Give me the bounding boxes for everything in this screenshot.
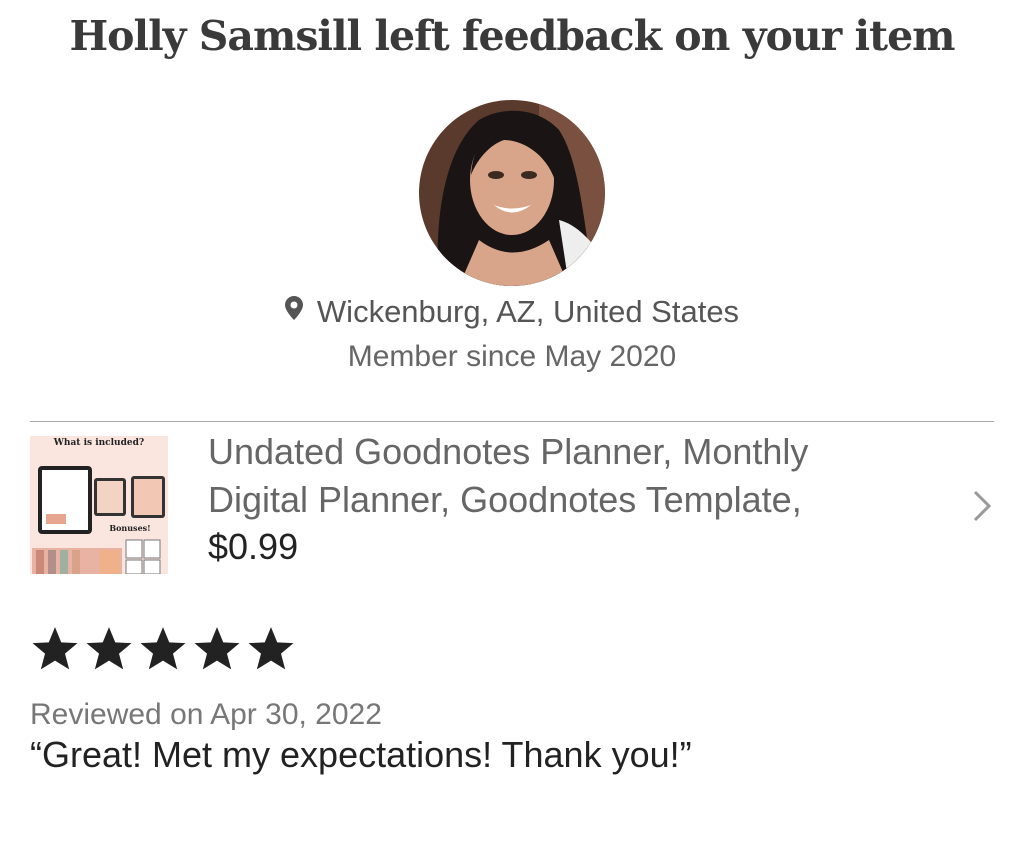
reviewer-location: Wickenburg, AZ, United States [0,294,1024,332]
review-text: “Great! Met my expectations! Thank you!” [30,734,692,775]
divider [30,421,994,422]
location-pin-icon [284,292,303,328]
star-filled-icon [140,627,186,670]
review-date: Reviewed on Apr 30, 2022 [30,698,382,731]
page-title: Holly Samsill left feedback on your item [69,12,955,60]
listing-title-line-2: Digital Planner, Goodnotes Template, [208,479,802,520]
listing-title[interactable]: Undated Goodnotes Planner, Monthly Digit… [208,428,908,524]
listing-card[interactable]: What is included? Bonuses! Undated Goodn… [30,431,994,576]
thumbnail-heading: What is included? [53,438,144,448]
listing-title-line-1: Undated Goodnotes Planner, Monthly [208,431,809,472]
star-filled-icon [86,627,132,670]
listing-price: $0.99 [208,526,299,567]
profile-photo-icon [419,100,605,286]
chevron-right-icon[interactable] [970,488,994,529]
location-text: Wickenburg, AZ, United States [316,294,740,329]
star-filled-icon [248,627,294,670]
thumbnail-bonus: Bonuses! [109,523,150,533]
star-filled-icon [194,627,240,670]
star-rating [30,624,296,674]
member-since: Member since May 2020 [347,340,677,373]
listing-thumbnail[interactable]: What is included? Bonuses! [30,436,168,574]
reviewer-avatar[interactable] [419,100,605,286]
star-filled-icon [32,627,78,670]
